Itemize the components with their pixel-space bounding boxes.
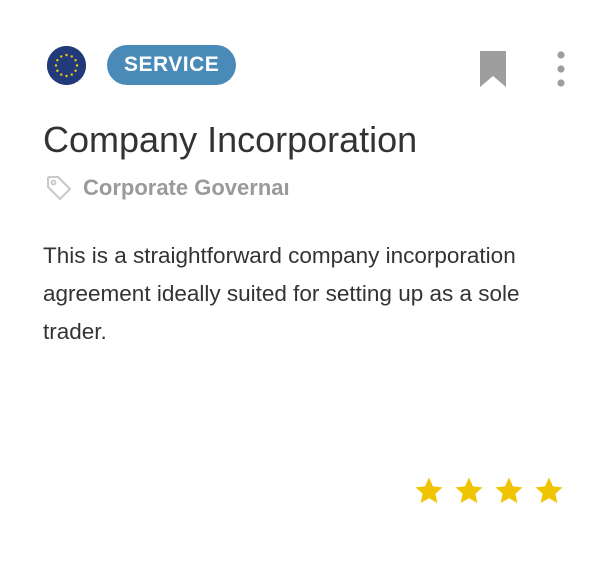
- bookmark-icon[interactable]: [478, 49, 508, 89]
- card-header: SERVICE: [47, 45, 577, 87]
- star-rating: [412, 474, 566, 510]
- star-icon: [455, 477, 483, 504]
- card-description: This is a straightforward company incorp…: [43, 243, 520, 344]
- tag-icon: [45, 174, 73, 202]
- eu-flag-icon: [47, 46, 86, 85]
- category-label: Corporate Governaı: [83, 175, 290, 200]
- star-icon: [495, 477, 523, 504]
- card-title[interactable]: Company Incorporation: [43, 118, 417, 162]
- service-badge: SERVICE: [107, 45, 237, 85]
- service-card[interactable]: SERVICE Company Incorporation Corporate …: [0, 0, 612, 569]
- star-icon: [535, 477, 563, 504]
- star-icon: [415, 477, 443, 504]
- category-tag[interactable]: Corporate Governaı: [45, 172, 325, 204]
- more-options-icon[interactable]: [552, 49, 570, 89]
